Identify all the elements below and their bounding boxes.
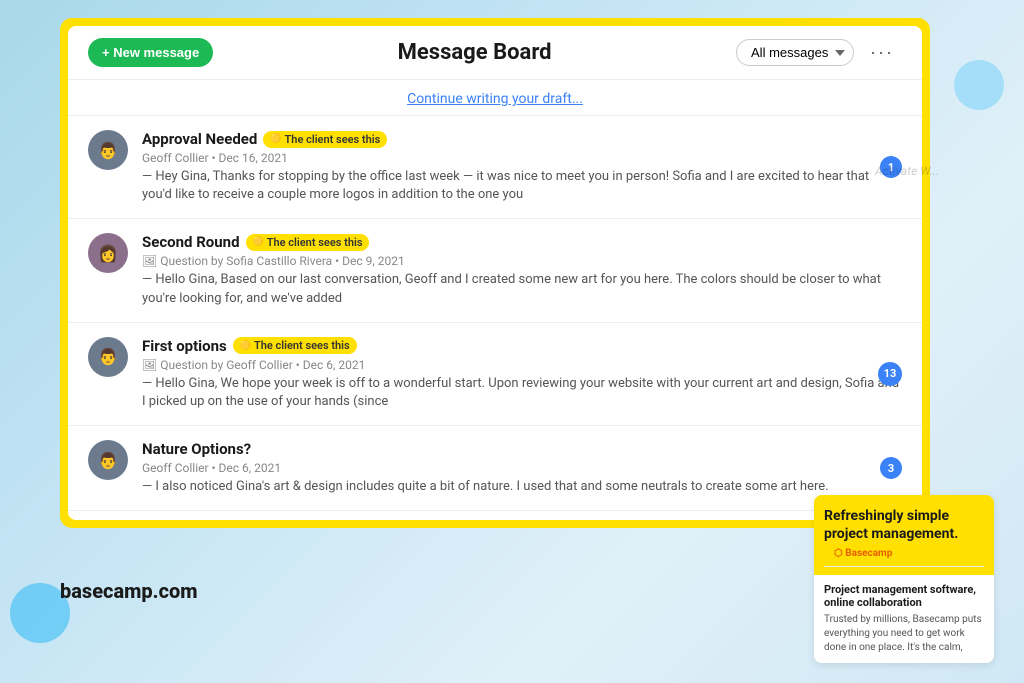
draft-link[interactable]: Continue writing your draft... bbox=[407, 91, 583, 107]
avatar: 👩 bbox=[88, 233, 128, 273]
message-content: Nature Options? Geoff Collier • Dec 6, 20… bbox=[142, 440, 902, 496]
header: + New message Message Board All messages… bbox=[68, 26, 922, 80]
avatar: 👨 bbox=[88, 130, 128, 170]
message-title: Second Round bbox=[142, 233, 240, 251]
unread-badge: 3 bbox=[880, 457, 902, 479]
new-message-button[interactable]: + New message bbox=[88, 38, 213, 67]
message-title: Approval Needed bbox=[142, 130, 257, 148]
message-preview: — Hello Gina, We hope your week is off t… bbox=[142, 375, 902, 411]
messages-list: 👨 Approval Needed The client sees this Geof… bbox=[68, 116, 922, 520]
ad-headline: Refreshingly simple project management. bbox=[824, 507, 984, 543]
message-meta: Geoff Collier • Dec 6, 2021 bbox=[142, 461, 902, 475]
message-title-row: Nature Options? bbox=[142, 440, 902, 458]
filter-select[interactable]: All messages bbox=[736, 39, 854, 66]
message-meta: Geoff Collier • Dec 16, 2021 bbox=[142, 151, 902, 165]
message-preview: — I also noticed Gina's art & design inc… bbox=[142, 478, 902, 496]
message-preview: — Hello Gina, Based on our last conversa… bbox=[142, 271, 902, 307]
message-meta: 🖼 Question by Sofia Castillo Rivera • De… bbox=[142, 254, 902, 268]
more-options-button[interactable]: ··· bbox=[862, 38, 902, 67]
avatar: 👨 bbox=[88, 440, 128, 480]
message-title: First options bbox=[142, 337, 227, 355]
ad-yellow-area: Refreshingly simple project management. … bbox=[814, 495, 994, 575]
ad-section: Refreshingly simple project management. … bbox=[814, 495, 994, 663]
client-badge: The client sees this bbox=[233, 337, 357, 354]
unread-badge: 13 bbox=[878, 362, 902, 386]
watermark: Activate W... bbox=[875, 164, 939, 178]
message-preview: — Hey Gina, Thanks for stopping by the o… bbox=[142, 168, 902, 204]
draft-banner: Continue writing your draft... bbox=[68, 80, 922, 116]
message-title-row: Approval Needed The client sees this bbox=[142, 130, 902, 148]
app-window: + New message Message Board All messages… bbox=[68, 26, 922, 520]
message-title-row: First options The client sees this bbox=[142, 337, 902, 355]
ad-content-area: Project management software, online coll… bbox=[814, 575, 994, 663]
ad-title: Project management software, online coll… bbox=[824, 583, 984, 609]
ad-logo: ⬡ Basecamp bbox=[824, 543, 984, 567]
message-item[interactable]: 👨 Approval Needed The client sees this Geof… bbox=[68, 116, 922, 219]
message-item[interactable]: 👨 First options The client sees this 🖼 Ques… bbox=[68, 323, 922, 426]
ad-text: Trusted by millions, Basecamp puts every… bbox=[824, 613, 984, 655]
message-item[interactable]: 👨 Nature Options? Geoff Collier • Dec 6, 2… bbox=[68, 426, 922, 511]
client-badge: The client sees this bbox=[263, 131, 387, 148]
message-meta: 🖼 Question by Geoff Collier • Dec 6, 202… bbox=[142, 358, 902, 372]
message-title: Nature Options? bbox=[142, 440, 251, 458]
avatar: 👨 bbox=[88, 337, 128, 377]
message-item[interactable]: 👩 Second Round The client sees this 🖼 Quest… bbox=[68, 219, 922, 322]
app-frame: + New message Message Board All messages… bbox=[60, 18, 930, 528]
message-title-row: Second Round The client sees this bbox=[142, 233, 902, 251]
message-content: Approval Needed The client sees this Geoff… bbox=[142, 130, 902, 204]
page-title: Message Board bbox=[398, 40, 552, 65]
message-content: First options The client sees this 🖼 Quest… bbox=[142, 337, 902, 411]
message-item[interactable]: 👩First TakeSofia Castillo Rivera • Dec 6… bbox=[68, 511, 922, 520]
basecamp-url-label: basecamp.com bbox=[60, 579, 198, 603]
decorative-shape-right bbox=[954, 60, 1004, 110]
client-badge: The client sees this bbox=[246, 234, 370, 251]
message-content: Second Round The client sees this 🖼 Questi… bbox=[142, 233, 902, 307]
header-controls: All messages ··· bbox=[736, 38, 902, 67]
